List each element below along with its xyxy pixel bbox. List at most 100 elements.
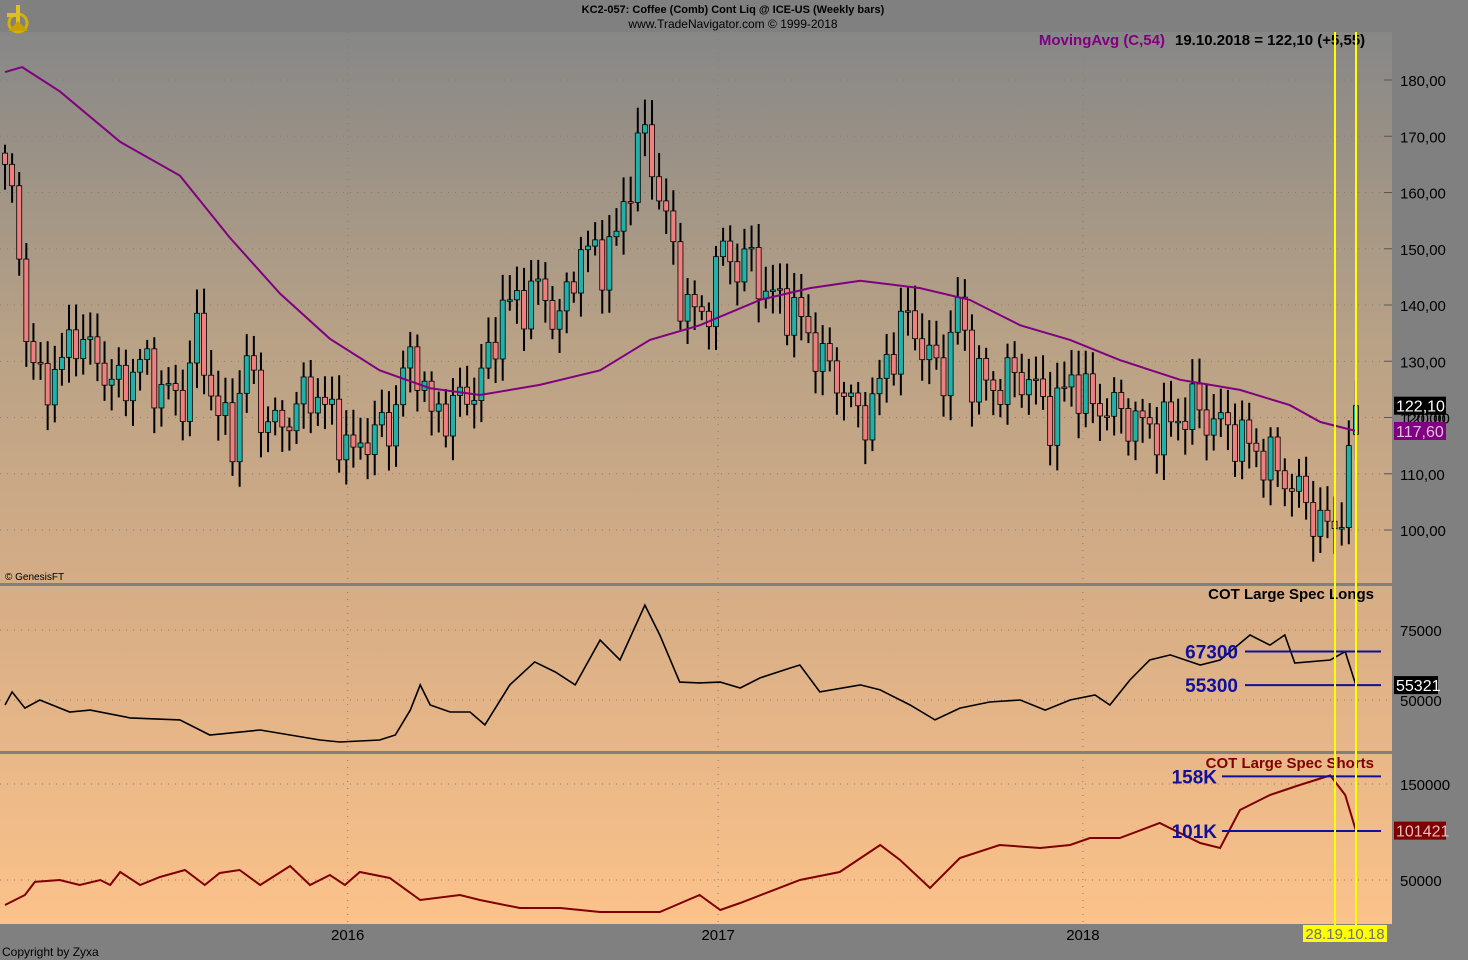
candle-down (990, 379, 997, 391)
longs-tick-label: 50000 (1400, 693, 1442, 710)
candle-down (364, 442, 371, 455)
candle-down (215, 395, 222, 417)
candle-down (1246, 419, 1253, 444)
candle-up (506, 299, 513, 302)
candle-down (9, 163, 16, 187)
candle-up (485, 341, 492, 369)
candle-down (691, 294, 698, 308)
candle-down (442, 403, 449, 437)
candle-up (1296, 475, 1302, 492)
candle-up (1061, 386, 1068, 389)
candle-up (897, 310, 904, 375)
candle-up (1189, 383, 1196, 430)
candle-up (158, 384, 165, 409)
candle-up (1033, 378, 1039, 381)
candle-down (23, 258, 30, 342)
candle-up (1068, 374, 1075, 388)
candle-up (137, 359, 143, 373)
candle-up (400, 367, 407, 406)
candle-down (44, 363, 51, 406)
candle-up (314, 396, 321, 414)
candle-down (890, 354, 897, 375)
candle-up (684, 294, 691, 322)
candle-up (769, 289, 776, 292)
candle-down (521, 290, 527, 330)
candle-up (883, 354, 890, 379)
candle-up (194, 312, 200, 364)
candle-up (272, 409, 279, 423)
candle-down (627, 201, 634, 204)
candle-down (1310, 502, 1317, 537)
candle-down (1018, 372, 1025, 396)
candle-down (969, 329, 975, 403)
candle-down (1168, 401, 1174, 423)
candle-down (798, 297, 805, 317)
candle-down (428, 380, 435, 412)
candle-down (912, 310, 918, 340)
candle-up (265, 421, 271, 433)
candle-down (570, 281, 577, 294)
candle-down (670, 210, 677, 243)
candle-down (677, 241, 684, 322)
candle-up (876, 377, 883, 395)
candle-down (1260, 450, 1267, 481)
candle-up (499, 299, 506, 360)
candle-down (656, 176, 663, 202)
price-tick-label: 170,00 (1400, 129, 1446, 146)
candle-down (1104, 415, 1110, 418)
candle-down (286, 426, 293, 432)
longs-level-label: 55300 (1185, 676, 1238, 697)
candle-up (606, 236, 613, 291)
candle-down (336, 398, 343, 461)
candle-down (1274, 436, 1281, 472)
candle-up (80, 339, 87, 360)
chart-canvas: KC2-057: Coffee (Comb) Cont Liq @ ICE-US… (0, 4, 1450, 959)
price-tick-label: 100,00 (1400, 523, 1446, 540)
candle-up (1111, 392, 1118, 417)
candle-up (243, 355, 250, 394)
candle-down (172, 383, 179, 391)
candle-down (983, 358, 990, 381)
candle-up (1338, 527, 1345, 530)
chart-subtitle: www.TradeNavigator.com © 1999-2018 (627, 17, 837, 31)
candle-down (30, 341, 37, 363)
candle-up (115, 364, 122, 380)
price-tick-label: 160,00 (1400, 186, 1446, 203)
candle-up (1161, 401, 1167, 456)
candle-up (450, 394, 456, 437)
shorts-tick-label: 50000 (1400, 873, 1442, 890)
candle-down (250, 355, 257, 371)
candle-up (585, 245, 591, 251)
moving-average-tag: 117,60 (1396, 424, 1444, 441)
candle-down (16, 185, 23, 260)
candle-down (1253, 442, 1260, 452)
last-price-tag: 122,10 (1396, 399, 1445, 416)
candle-up (819, 343, 826, 372)
candle-down (940, 357, 947, 397)
candle-down (101, 362, 108, 386)
candle-up (634, 132, 641, 203)
candle-down (1118, 392, 1125, 409)
shorts-tick-label: 150000 (1400, 777, 1450, 794)
candle-down (151, 348, 158, 409)
longs-level-label: 67300 (1185, 643, 1238, 664)
candle-down (919, 338, 926, 361)
candle-down (862, 405, 869, 441)
x-tick-label: 2016 (331, 927, 364, 944)
candle-down (1075, 374, 1082, 414)
candle-down (1182, 420, 1189, 430)
price-tick-label: 130,00 (1400, 354, 1446, 371)
x-tick-label: 2018 (1066, 927, 1099, 944)
candle-up (1239, 419, 1246, 462)
candle-down (2, 152, 8, 165)
shorts-last-tag: 101421 (1396, 824, 1449, 841)
candle-up (642, 124, 648, 134)
candle-down (805, 316, 812, 334)
candle-up (1132, 410, 1139, 442)
candle-up (1217, 412, 1224, 420)
candle-down (1303, 475, 1310, 503)
candle-down (1125, 408, 1132, 442)
candle-down (698, 306, 705, 312)
candle-up (592, 239, 599, 247)
candle-up (236, 392, 243, 463)
